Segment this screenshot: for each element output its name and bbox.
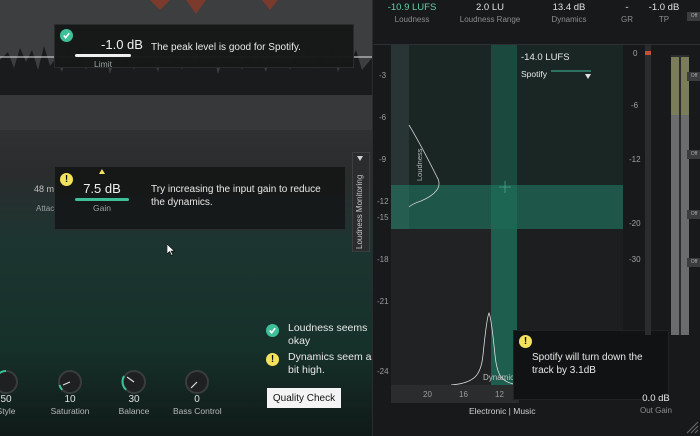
out-gain[interactable]: 0.0 dB Out Gain bbox=[621, 393, 691, 415]
metric-dynamics-value: 13.4 dB bbox=[552, 2, 586, 13]
y-tick: -21 bbox=[377, 297, 389, 306]
loudness-monitoring-panel: -10.9 LUFS Loudness 2.0 LU Loudness Rang… bbox=[372, 0, 700, 436]
meter-bars bbox=[645, 45, 689, 335]
knob-bass-control-value: 0 bbox=[194, 394, 200, 405]
x-tick: 12 bbox=[495, 390, 504, 399]
spotify-message: Spotify will turn down the track by 3.1d… bbox=[532, 352, 643, 376]
knob-style-label: Style bbox=[0, 406, 16, 416]
metric-loudness-value: -10.9 LUFS bbox=[387, 2, 437, 13]
side-off-button[interactable]: Off bbox=[687, 210, 700, 219]
y-tick: -24 bbox=[377, 367, 389, 376]
loudness-monitoring-label: Loudness Monitoring bbox=[355, 174, 364, 249]
gain-message: Try increasing the input gain to reduce … bbox=[151, 184, 321, 208]
knob-balance-label: Balance bbox=[118, 406, 150, 416]
dynamics-axis-label: Dynamic bbox=[483, 373, 515, 382]
gain-popup: ! 7.5 dB Gain Try increasing the input g… bbox=[54, 166, 346, 230]
y-tick: -18 bbox=[377, 255, 389, 264]
knob-style-dial[interactable] bbox=[0, 368, 22, 394]
metric-loudness: -10.9 LUFS Loudness bbox=[379, 2, 445, 24]
resize-grip-icon[interactable] bbox=[685, 420, 699, 434]
limit-label: Limit bbox=[94, 59, 112, 69]
metric-loudness-range: 2.0 LU Loudness Range bbox=[455, 2, 525, 24]
metric-tp-label: TP bbox=[658, 15, 670, 24]
chevron-down-icon[interactable] bbox=[585, 74, 591, 79]
attack-label: Attac bbox=[36, 204, 55, 213]
y-tick: -6 bbox=[379, 113, 387, 122]
metric-loudness-range-label: Loudness Range bbox=[459, 15, 521, 24]
loudness-axis-label: Loudness bbox=[415, 148, 424, 181]
y-tick: -12 bbox=[377, 197, 389, 206]
metric-gr-label: GR bbox=[621, 15, 633, 24]
metric-gr: - GR bbox=[615, 2, 639, 24]
x-tick: 16 bbox=[459, 390, 468, 399]
knob-saturation-value: 10 bbox=[64, 394, 76, 405]
limit-message: The peak level is good for Spotify. bbox=[151, 42, 301, 53]
side-off-button[interactable]: Off bbox=[687, 150, 700, 159]
target-value: -14.0 LUFS bbox=[521, 52, 570, 63]
meter-tick: -30 bbox=[629, 255, 641, 264]
metric-loudness-range-value: 2.0 LU bbox=[476, 2, 504, 13]
attack-value: 48 m bbox=[34, 184, 55, 194]
output-meters: 0 -6 -12 -20 -30 bbox=[629, 45, 693, 385]
limit-popup: -1.0 dB Limit The peak level is good for… bbox=[54, 24, 354, 69]
metrics-bar: -10.9 LUFS Loudness 2.0 LU Loudness Rang… bbox=[373, 0, 700, 26]
out-gain-label: Out Gain bbox=[639, 406, 672, 415]
loudness-target-selector[interactable]: -14.0 LUFS Spotify bbox=[521, 52, 593, 86]
side-off-button[interactable]: Off bbox=[687, 72, 700, 81]
knob-style-value: 50 bbox=[0, 394, 12, 405]
target-profile: Spotify bbox=[521, 69, 547, 79]
side-off-button[interactable]: Off bbox=[687, 258, 700, 267]
knob-saturation-label: Saturation bbox=[50, 406, 90, 416]
y-tick: -15 bbox=[377, 213, 389, 222]
metric-tp: -1.0 dB TP bbox=[647, 2, 681, 24]
meter-tick: -6 bbox=[631, 101, 639, 110]
knob-saturation-dial[interactable] bbox=[54, 368, 86, 394]
genre-selector[interactable]: Electronic | Music bbox=[469, 406, 535, 416]
status-loudness: Loudness seems okay bbox=[288, 322, 368, 347]
meter-tick: -12 bbox=[629, 155, 641, 164]
warning-icon: ! bbox=[60, 173, 73, 186]
meter-tick: -20 bbox=[629, 219, 641, 228]
y-tick: -3 bbox=[379, 71, 387, 80]
gain-marker-icon bbox=[99, 169, 105, 174]
metric-tp-value: -1.0 dB bbox=[648, 2, 680, 13]
check-icon bbox=[266, 324, 279, 337]
gain-bar[interactable] bbox=[75, 198, 129, 201]
knob-bass-control-label: Bass Control bbox=[173, 406, 222, 416]
metric-dynamics-label: Dynamics bbox=[551, 15, 587, 24]
meter-tick: 0 bbox=[633, 49, 638, 58]
out-gain-value: 0.0 dB bbox=[642, 393, 670, 404]
check-icon bbox=[60, 29, 73, 42]
mouse-cursor-icon bbox=[167, 244, 175, 256]
x-axis-bar: 20 16 12 bbox=[391, 385, 519, 403]
knob-balance-value: 30 bbox=[128, 394, 140, 405]
limit-bar[interactable] bbox=[75, 54, 131, 57]
loudness-monitoring-tab[interactable]: Loudness Monitoring bbox=[352, 152, 370, 252]
metric-dynamics: 13.4 dB Dynamics bbox=[541, 2, 597, 24]
knob-balance-dial[interactable] bbox=[118, 368, 150, 394]
metric-gr-value: - bbox=[625, 2, 629, 13]
gain-label: Gain bbox=[93, 203, 111, 213]
knob-row: 50 Style 10 Saturation 30 Balance bbox=[0, 360, 372, 436]
triangle-down-icon bbox=[357, 156, 363, 161]
gain-value[interactable]: 7.5 dB bbox=[75, 181, 129, 196]
y-tick: -9 bbox=[379, 155, 387, 164]
metric-loudness-label: Loudness bbox=[394, 15, 430, 24]
master-assistant-panel: -1.0 dB Limit The peak level is good for… bbox=[0, 0, 372, 436]
warning-icon: ! bbox=[519, 335, 532, 348]
x-tick: 20 bbox=[423, 390, 432, 399]
side-off-button[interactable]: Off bbox=[687, 12, 700, 21]
knob-bass-control-dial[interactable] bbox=[181, 368, 213, 394]
